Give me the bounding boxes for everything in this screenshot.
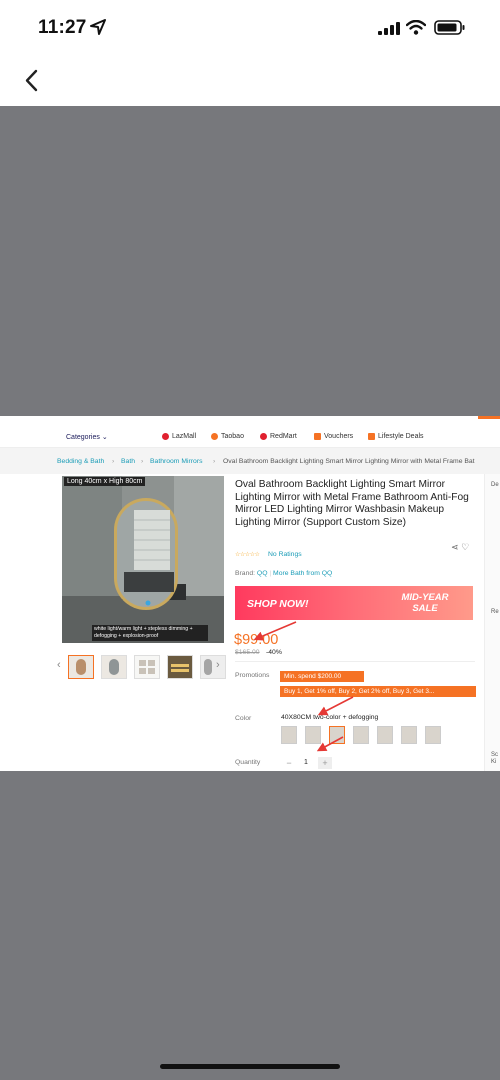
- status-time: 11:27: [38, 17, 87, 38]
- wifi-icon: [406, 20, 426, 35]
- product-page-screenshot[interactable]: Categories ⌄ LazMall Taobao RedMart Vouc…: [0, 416, 500, 771]
- back-button[interactable]: [18, 66, 48, 96]
- chevron-left-icon: [25, 69, 38, 92]
- cellular-signal-icon: [378, 22, 400, 35]
- battery-icon: [434, 20, 465, 35]
- status-bar: 11:27: [0, 0, 500, 58]
- home-indicator: [160, 1064, 340, 1069]
- annotation-arrows: [253, 621, 354, 752]
- navigation-bar: [0, 58, 500, 106]
- location-arrow-icon: [90, 19, 106, 35]
- image-viewer: Categories ⌄ LazMall Taobao RedMart Vouc…: [0, 106, 500, 1080]
